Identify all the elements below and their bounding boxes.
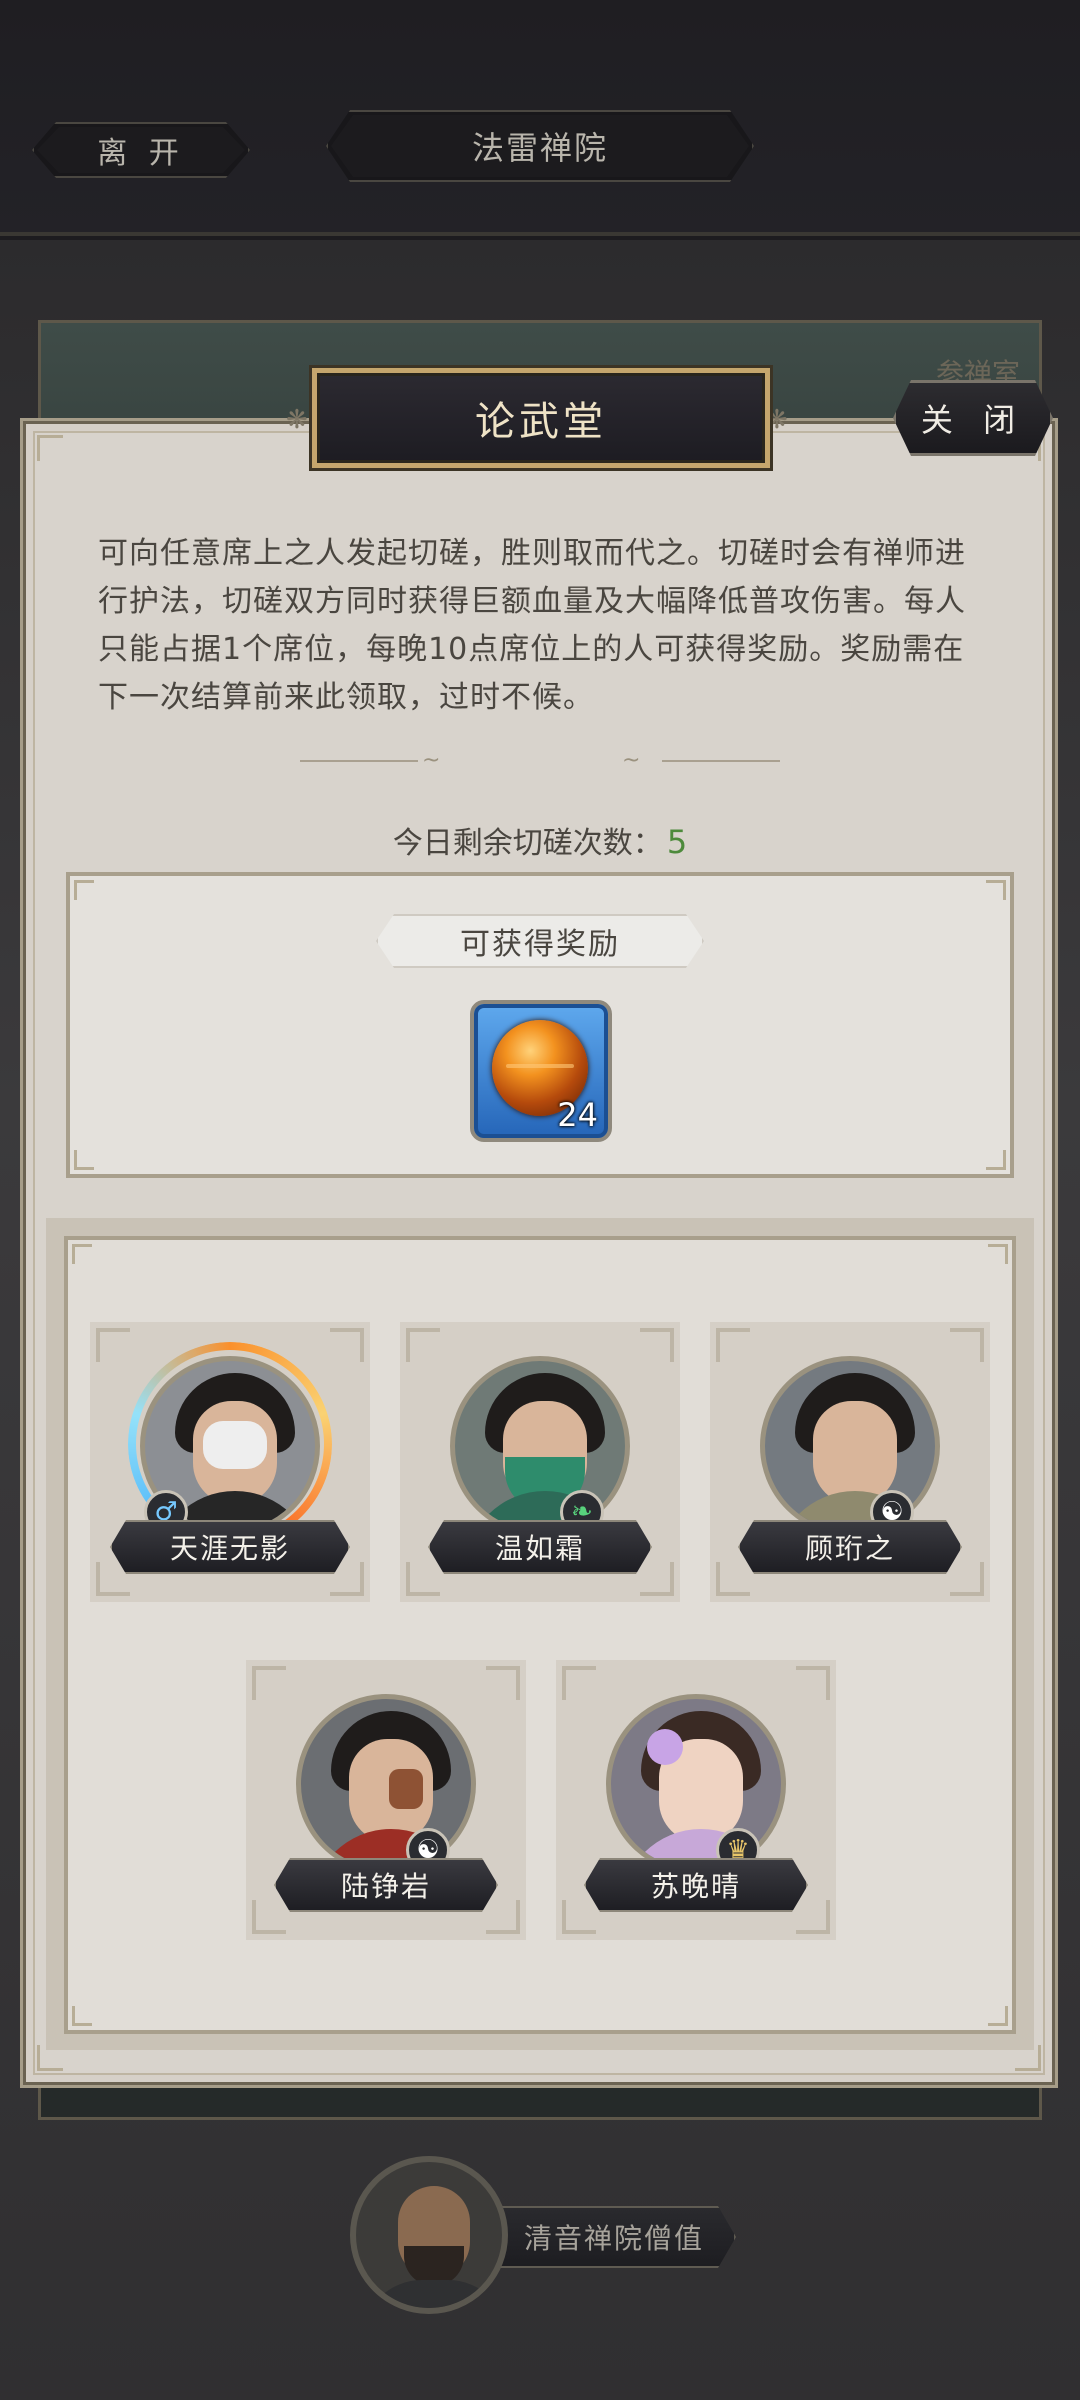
corner-ornament (986, 1150, 1006, 1170)
remaining-label: 今日剩余切磋次数： (392, 826, 663, 861)
corner-ornament (72, 2006, 92, 2026)
remaining-challenges: 今日剩余切磋次数： 5 (0, 818, 1080, 862)
npc-avatar[interactable] (350, 2156, 508, 2314)
corner-ornament (74, 1150, 94, 1170)
seat-2[interactable]: ❧ 温如霜 (400, 1322, 680, 1602)
divider-right (662, 760, 780, 762)
title-ornament-right: ❋ (766, 405, 788, 435)
seat-name: 顾珩之 (738, 1520, 962, 1574)
avatar-mask (203, 1421, 267, 1469)
seat-corner (716, 1328, 750, 1362)
seat-name: 天涯无影 (110, 1520, 350, 1574)
leave-button[interactable]: 离 开 (32, 122, 250, 178)
location-title: 法雷禅院 (326, 110, 754, 182)
seat-name: 苏晚晴 (584, 1858, 808, 1912)
seat-3[interactable]: ☯ 顾珩之 (710, 1322, 990, 1602)
divider-ornament-left: ~ (422, 748, 441, 773)
top-bar: 离 开 法雷禅院 (0, 0, 1080, 236)
divider-ornament-right: ~ (622, 748, 641, 773)
seat-corner (640, 1562, 674, 1596)
corner-ornament (988, 2006, 1008, 2026)
seat-corner (406, 1562, 440, 1596)
seat-4[interactable]: ☯ 陆铮岩 (246, 1660, 526, 1940)
seat-corner (716, 1562, 750, 1596)
corner-ornament (986, 880, 1006, 900)
seat-name: 陆铮岩 (274, 1858, 498, 1912)
avatar-face (813, 1401, 897, 1505)
avatar-face-paint (389, 1769, 423, 1809)
corner-ornament (988, 1244, 1008, 1264)
rules-description: 可向任意席上之人发起切磋，胜则取而代之。切磋时会有禅师进行护法，切磋双方同时获得… (98, 536, 966, 715)
avatar-flower (647, 1729, 683, 1765)
seat-corner (796, 1666, 830, 1700)
corner-ornament (74, 880, 94, 900)
seat-corner (640, 1328, 674, 1362)
seat-corner (562, 1900, 596, 1934)
remaining-count: 5 (666, 823, 688, 861)
seat-corner (796, 1900, 830, 1934)
reward-item-slot[interactable]: 24 (470, 1000, 612, 1142)
reward-item-count: 24 (557, 1096, 598, 1134)
corner-ornament (37, 435, 63, 461)
close-button[interactable]: 关 闭 (893, 380, 1053, 456)
seat-corner (330, 1328, 364, 1362)
seat-corner (406, 1328, 440, 1362)
seat-1[interactable]: ♂ 天涯无影 (90, 1322, 370, 1602)
npc-label[interactable]: 清音禅院僧值 (492, 2206, 736, 2268)
seat-name: 温如霜 (428, 1520, 652, 1574)
reward-label: 可获得奖励 (376, 914, 704, 968)
corner-ornament (72, 1244, 92, 1264)
seat-corner (486, 1666, 520, 1700)
seat-corner (96, 1328, 130, 1362)
seat-corner (252, 1900, 286, 1934)
seat-corner (950, 1562, 984, 1596)
seat-5[interactable]: ♛ 苏晚晴 (556, 1660, 836, 1940)
divider-left (300, 760, 418, 762)
seat-corner (486, 1900, 520, 1934)
seat-corner (950, 1328, 984, 1362)
seat-corner (562, 1666, 596, 1700)
panel-title: 论武堂 (312, 368, 770, 468)
seat-corner (252, 1666, 286, 1700)
